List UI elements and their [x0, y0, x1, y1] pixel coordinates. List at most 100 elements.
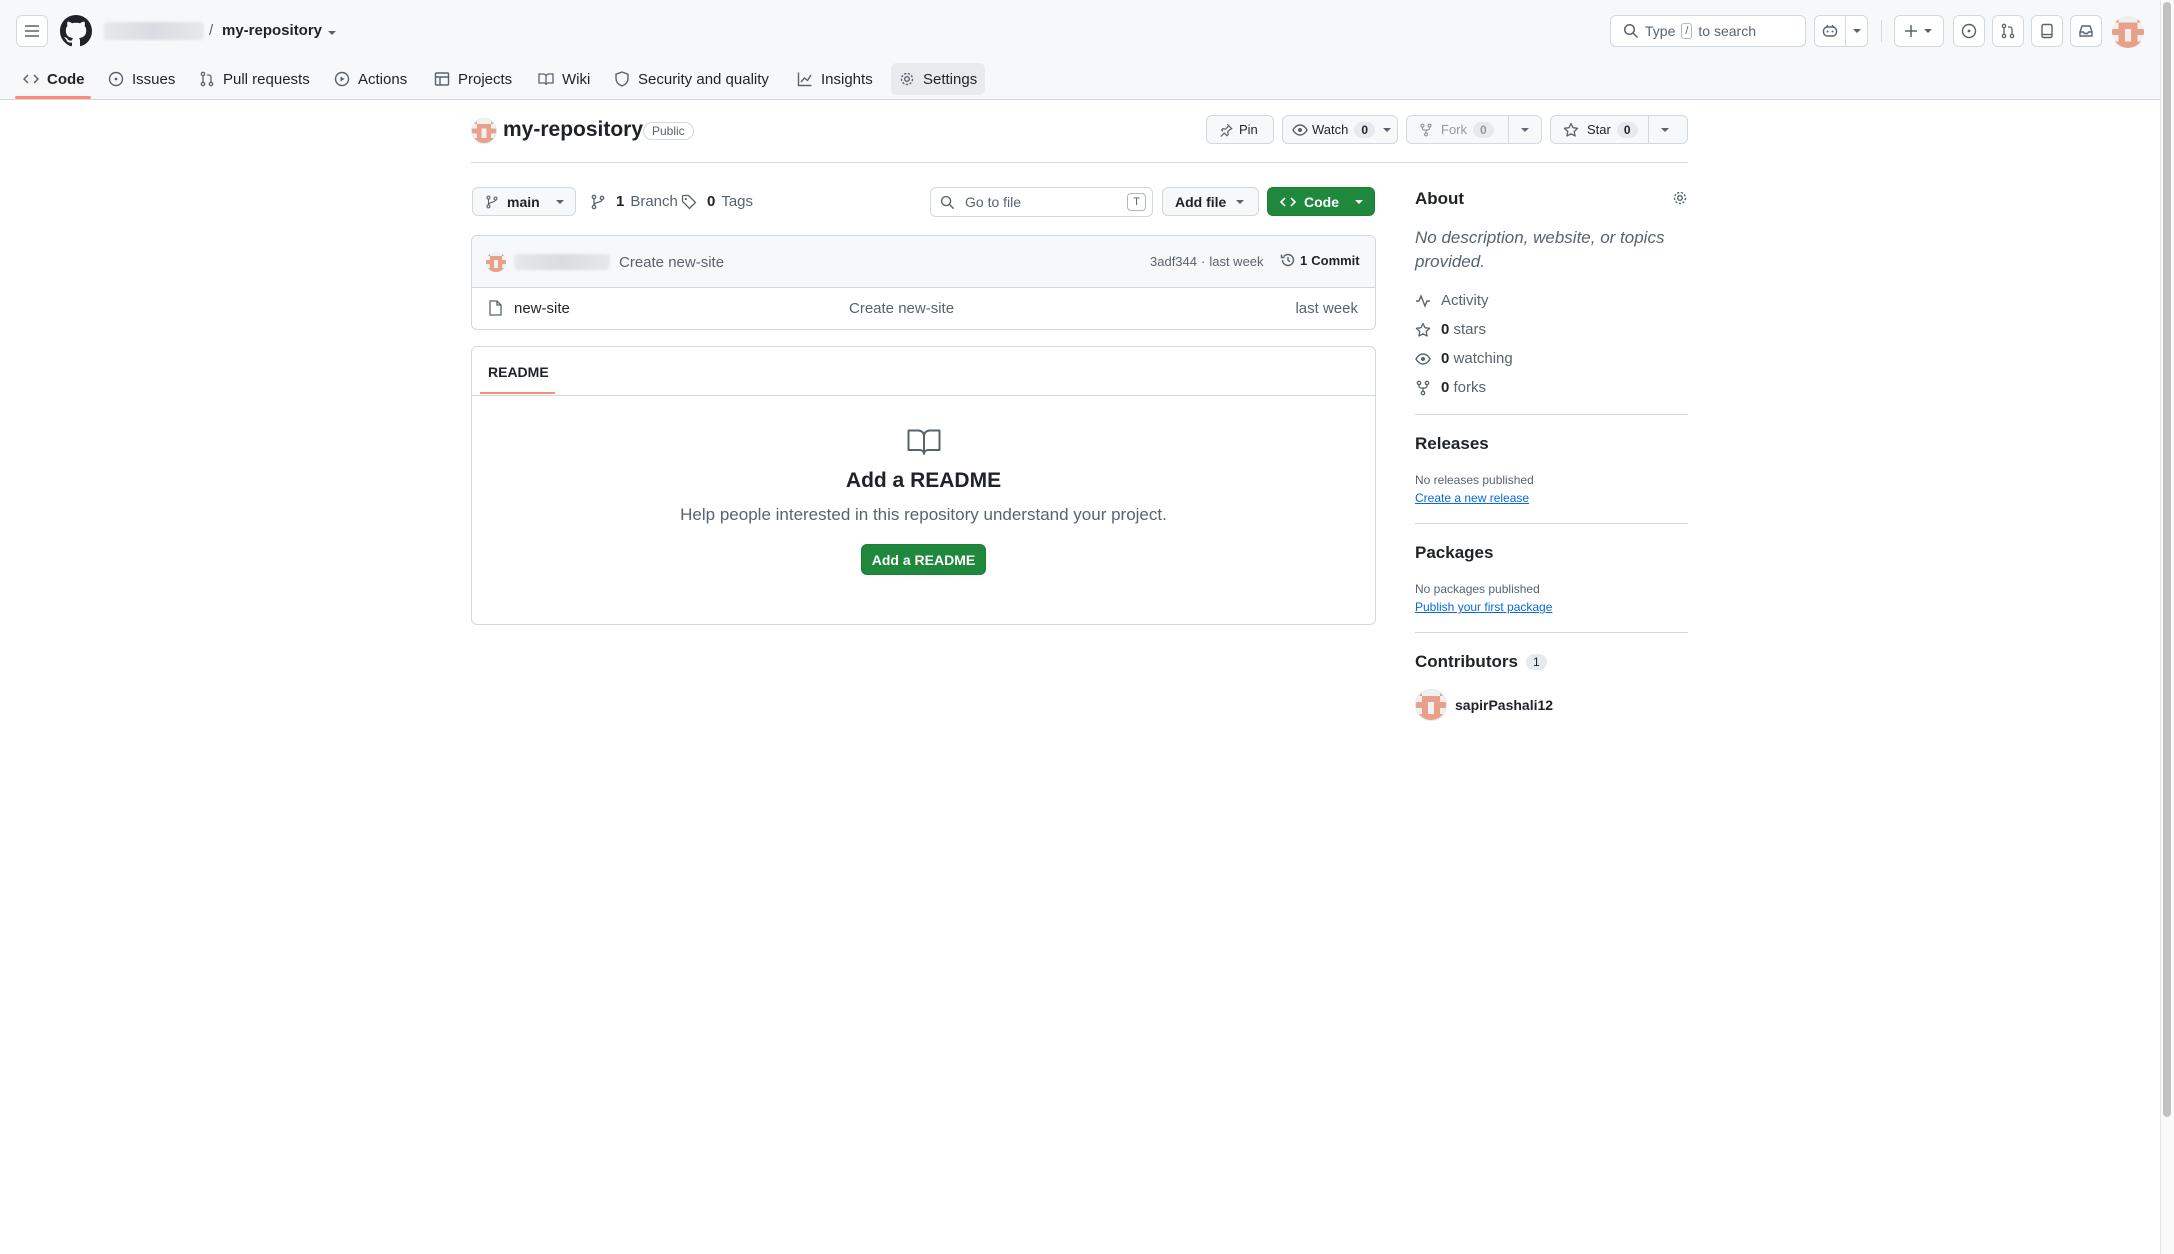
- star-button[interactable]: Star 0: [1550, 115, 1688, 144]
- tab-settings[interactable]: Settings: [891, 63, 986, 95]
- tab-label: Security and quality: [638, 70, 769, 88]
- code-button-label: Code: [1304, 193, 1339, 210]
- branch-name: main: [507, 193, 540, 210]
- tab-pull-requests[interactable]: Pull requests: [191, 63, 318, 95]
- go-to-file-input[interactable]: Go to file T: [930, 187, 1153, 217]
- contributor-name[interactable]: sapirPashali12: [1455, 697, 1553, 713]
- commit-author-avatar[interactable]: [486, 252, 506, 272]
- code-button[interactable]: Code: [1267, 187, 1375, 216]
- file-name[interactable]: new-site: [514, 300, 570, 317]
- contributors-header[interactable]: Contributors 1: [1415, 652, 1547, 672]
- hamburger-icon: [25, 25, 39, 37]
- watch-button[interactable]: Watch 0: [1282, 115, 1398, 144]
- history-icon: [1280, 253, 1295, 267]
- create-release-link[interactable]: Create a new release: [1415, 491, 1529, 505]
- tab-label: Settings: [923, 70, 978, 88]
- gear-icon[interactable]: [1672, 190, 1688, 206]
- graph-icon: [797, 72, 812, 87]
- code-icon: [1280, 196, 1296, 207]
- star-label: Star: [1587, 122, 1611, 137]
- search-prefix: Type: [1645, 23, 1676, 39]
- inbox-icon: [2079, 25, 2093, 37]
- fork-button[interactable]: Fork 0: [1406, 115, 1542, 144]
- commits-count: 1: [1300, 252, 1308, 268]
- file-commit-message[interactable]: Create new-site: [849, 300, 954, 317]
- tab-issues[interactable]: Issues: [100, 63, 183, 95]
- commit-author-name-blurred[interactable]: [514, 254, 610, 270]
- watching-link[interactable]: 0 watching: [1415, 350, 1513, 367]
- pulse-icon: [1416, 293, 1430, 308]
- tab-actions[interactable]: Actions: [326, 63, 415, 95]
- book-icon: [538, 73, 554, 86]
- global-search-input[interactable]: Type / to search: [1610, 15, 1806, 47]
- go-to-file-shortcut: T: [1127, 193, 1146, 211]
- issues-button[interactable]: [1953, 15, 1985, 47]
- branch-selector[interactable]: main: [472, 187, 576, 216]
- user-avatar[interactable]: [2112, 16, 2144, 48]
- tab-code[interactable]: Code: [15, 63, 93, 95]
- caret-down-icon: [1924, 29, 1932, 33]
- tab-readme[interactable]: README: [488, 364, 549, 380]
- stars-count: 0: [1441, 321, 1450, 338]
- notifications-button[interactable]: [2070, 15, 2102, 47]
- git-branch-icon: [486, 195, 498, 208]
- eye-icon: [1292, 123, 1308, 136]
- contributor-avatar[interactable]: [1415, 689, 1447, 721]
- commit-time: last week: [1209, 254, 1264, 269]
- play-icon: [334, 71, 350, 87]
- caret-down-icon[interactable]: [1851, 25, 1863, 37]
- tab-label: Issues: [132, 70, 176, 88]
- header-repo-name[interactable]: my-repository: [222, 22, 322, 39]
- file-commit-time: last week: [1295, 300, 1358, 317]
- copilot-button[interactable]: [1814, 15, 1868, 47]
- releases-heading[interactable]: Releases: [1415, 434, 1489, 454]
- selected-tab-underline: [15, 96, 91, 99]
- tab-label: Wiki: [562, 70, 591, 88]
- search-suffix: to search: [1698, 23, 1757, 39]
- tab-security[interactable]: Security and quality: [606, 63, 777, 95]
- menu-button[interactable]: [16, 15, 48, 47]
- owner-avatar[interactable]: [471, 118, 497, 144]
- table-icon: [434, 72, 450, 86]
- pin-button[interactable]: Pin: [1206, 115, 1274, 144]
- github-logo[interactable]: [60, 15, 92, 47]
- branches-link[interactable]: 1 Branch: [590, 193, 678, 210]
- tab-wiki[interactable]: Wiki: [530, 63, 598, 95]
- caret-down-icon[interactable]: [1519, 124, 1531, 136]
- github-logo-icon: [60, 15, 92, 47]
- caret-down-icon[interactable]: [326, 27, 338, 39]
- search-shortcut-key: /: [1681, 23, 1693, 39]
- commit-hash[interactable]: 3adf344: [1150, 254, 1197, 269]
- table-row[interactable]: new-site Create new-site last week: [472, 288, 1375, 329]
- packages-heading[interactable]: Packages: [1415, 543, 1493, 563]
- shield-icon: [615, 71, 629, 87]
- repository-title[interactable]: my-repository: [503, 118, 643, 142]
- add-file-label: Add file: [1175, 193, 1227, 210]
- commits-history-link[interactable]: 1 Commit: [1280, 252, 1360, 268]
- caret-down-icon[interactable]: [1659, 124, 1671, 136]
- publish-package-link[interactable]: Publish your first package: [1415, 600, 1552, 614]
- latest-commit-message[interactable]: Create new-site: [619, 254, 724, 271]
- readme-description: Help people interested in this repositor…: [680, 505, 1167, 524]
- tab-insights[interactable]: Insights: [789, 63, 881, 95]
- add-file-button[interactable]: Add file: [1162, 187, 1259, 216]
- add-readme-button[interactable]: Add a README: [861, 544, 986, 575]
- contributors-heading: Contributors: [1415, 652, 1518, 671]
- tags-label: Tags: [721, 193, 754, 210]
- repositories-button[interactable]: [2031, 15, 2063, 47]
- caret-down-icon: [555, 199, 564, 204]
- forks-link[interactable]: 0 forks: [1415, 379, 1486, 396]
- fork-count: 0: [1473, 121, 1494, 138]
- issue-opened-icon: [108, 71, 124, 87]
- owner-name-blurred[interactable]: [104, 22, 204, 40]
- stars-link[interactable]: 0 stars: [1415, 321, 1486, 338]
- tab-projects[interactable]: Projects: [426, 63, 520, 95]
- identicon-avatar: [472, 119, 496, 143]
- about-heading: About: [1415, 189, 1465, 208]
- tags-link[interactable]: 0 Tags: [681, 193, 753, 210]
- title-divider: [471, 162, 1688, 163]
- pull-requests-button[interactable]: [1992, 15, 2024, 47]
- activity-link[interactable]: Activity: [1415, 292, 1489, 309]
- create-new-button[interactable]: [1894, 15, 1944, 47]
- scrollbar-thumb[interactable]: [2163, 2, 2171, 1117]
